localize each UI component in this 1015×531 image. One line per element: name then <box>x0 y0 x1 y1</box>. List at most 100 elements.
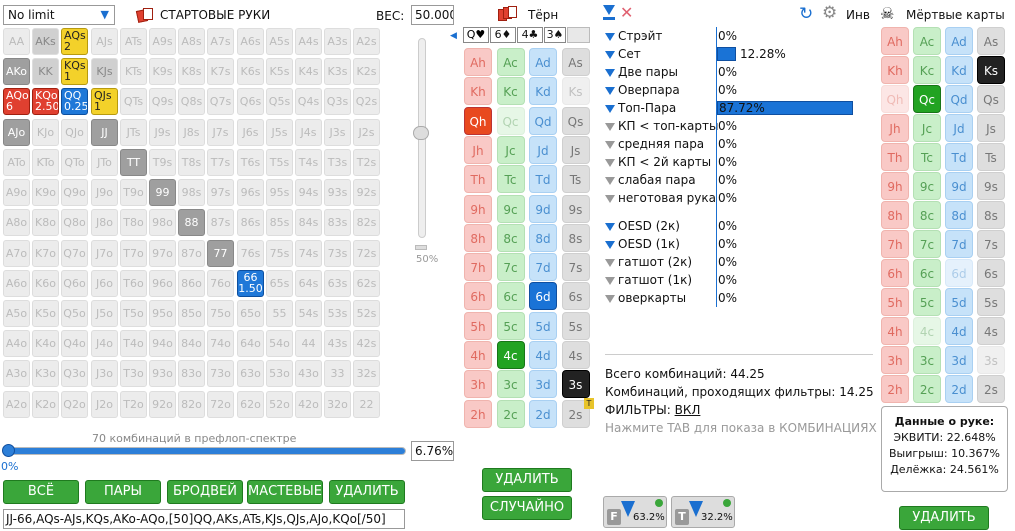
hand-cell[interactable]: KTs <box>120 58 147 85</box>
card-6h[interactable]: 6h <box>464 282 492 311</box>
hand-cell[interactable]: 75s <box>266 240 293 267</box>
card-7d[interactable]: 7d <box>529 253 557 282</box>
card-Ks[interactable]: Ks <box>977 56 1005 84</box>
card-Qd[interactable]: Qd <box>529 106 557 135</box>
hand-cell[interactable]: Q6s <box>237 88 264 115</box>
card-3h[interactable]: 3h <box>464 370 492 399</box>
card-Kc[interactable]: Kc <box>496 77 525 106</box>
hand-cell[interactable]: Q5s <box>266 88 293 115</box>
funnel-icon[interactable] <box>605 50 615 59</box>
card-4h[interactable]: 4h <box>881 317 909 345</box>
card-8s[interactable]: 8s <box>561 223 590 252</box>
hand-cell[interactable]: 43o <box>295 360 322 387</box>
card-5c[interactable]: 5c <box>913 288 941 316</box>
hand-cell[interactable]: 63o <box>237 360 264 387</box>
hand-cell[interactable]: 87o <box>178 240 205 267</box>
card-8s[interactable]: 8s <box>977 201 1005 229</box>
hand-cell[interactable]: 33 <box>324 360 351 387</box>
hand-cell[interactable]: 72o <box>207 391 234 418</box>
hand-cell[interactable]: AJs <box>91 28 118 55</box>
card-6c[interactable]: 6c <box>496 282 525 311</box>
hand-cell[interactable]: T4o <box>120 330 147 357</box>
turn-random-button[interactable]: СЛУЧАЙНО <box>482 496 572 520</box>
hand-cell[interactable]: 83o <box>178 360 205 387</box>
hand-cell[interactable]: J2s <box>353 119 380 146</box>
card-6d[interactable]: 6d <box>529 282 557 311</box>
card-5h[interactable]: 5h <box>464 311 492 340</box>
card-Td[interactable]: Td <box>529 165 557 194</box>
card-3s[interactable]: 3s <box>561 370 590 399</box>
hand-cell[interactable]: 94o <box>149 330 176 357</box>
hand-cell[interactable]: T8s <box>178 149 205 176</box>
card-6c[interactable]: 6c <box>913 259 941 287</box>
card-5c[interactable]: 5c <box>496 311 525 340</box>
hand-cell[interactable]: T2s <box>353 149 380 176</box>
card-Th[interactable]: Th <box>464 165 492 194</box>
hand-cell[interactable]: Q4o <box>61 330 88 357</box>
card-7h[interactable]: 7h <box>881 230 909 258</box>
hand-cell[interactable]: Q8s <box>178 88 205 115</box>
hand-cell[interactable]: AA <box>3 28 30 55</box>
gear-icon[interactable]: ⚙ <box>822 3 837 23</box>
weight-slider-handle[interactable] <box>413 126 429 140</box>
hand-cell[interactable]: 72s <box>353 240 380 267</box>
card-7c[interactable]: 7c <box>913 230 941 258</box>
card-4h[interactable]: 4h <box>464 341 492 369</box>
hand-cell[interactable]: J6s <box>237 119 264 146</box>
hand-cell[interactable]: KQs 1 <box>61 58 88 85</box>
hand-cell[interactable]: K4s <box>295 58 322 85</box>
hand-cell[interactable]: T2o <box>120 391 147 418</box>
filter-row[interactable]: КП < топ-карты 0% <box>605 117 875 135</box>
card-3s[interactable]: 3s <box>977 346 1005 374</box>
hand-cell[interactable]: K6s <box>237 58 264 85</box>
filter-row[interactable]: Сет 12.28% <box>605 45 875 63</box>
invert-label[interactable]: Инв <box>846 8 870 22</box>
card-8d[interactable]: 8d <box>529 223 557 252</box>
hand-cell[interactable]: KJo <box>32 119 59 146</box>
card-6s[interactable]: 6s <box>561 282 590 311</box>
hand-cell[interactable]: Q3o <box>61 360 88 387</box>
funnel-icon[interactable] <box>605 222 615 231</box>
hand-cell[interactable]: QJs 1 <box>91 88 118 115</box>
hand-cell[interactable]: 85s <box>266 209 293 236</box>
card-7d[interactable]: 7d <box>945 230 973 258</box>
hand-cell[interactable]: K8s <box>178 58 205 85</box>
hand-cell[interactable]: A9s <box>149 28 176 55</box>
hand-cell[interactable]: 73o <box>207 360 234 387</box>
caret-left-icon[interactable]: ◀ <box>450 31 457 41</box>
hand-cell[interactable]: 93s <box>324 179 351 206</box>
hand-cell[interactable]: 82o <box>178 391 205 418</box>
hand-cell[interactable]: 64o <box>237 330 264 357</box>
card-8h[interactable]: 8h <box>464 223 492 252</box>
hand-cell[interactable]: ATo <box>3 149 30 176</box>
hand-cell[interactable]: A5s <box>266 28 293 55</box>
hand-cell[interactable]: J4s <box>295 119 322 146</box>
hand-cell[interactable]: J2o <box>91 391 118 418</box>
hand-cell[interactable]: A7o <box>3 240 30 267</box>
turn-filter-toggle[interactable]: T 32.2% <box>671 496 735 528</box>
hand-cell[interactable]: KK <box>32 58 59 85</box>
board-card-3[interactable]: 4♣ <box>517 27 543 43</box>
card-Kd[interactable]: Kd <box>945 56 973 84</box>
card-4c[interactable]: 4c <box>496 341 525 369</box>
hand-cell[interactable]: 65s <box>266 270 293 297</box>
hand-cell[interactable]: K7s <box>207 58 234 85</box>
card-Kh[interactable]: Kh <box>881 56 909 84</box>
funnel-icon[interactable] <box>605 276 615 285</box>
card-Qd[interactable]: Qd <box>945 85 973 113</box>
funnel-icon[interactable] <box>605 122 615 131</box>
card-2c[interactable]: 2c <box>496 399 525 428</box>
hand-cell[interactable]: T6s <box>237 149 264 176</box>
hand-cell[interactable]: J9o <box>91 179 118 206</box>
funnel-icon[interactable] <box>605 86 615 95</box>
hand-cell[interactable]: 63s <box>324 270 351 297</box>
hand-cell[interactable]: T3s <box>324 149 351 176</box>
hand-cell[interactable]: 62s <box>353 270 380 297</box>
hand-cell[interactable]: 82s <box>353 209 380 236</box>
funnel-icon[interactable] <box>605 32 615 41</box>
hand-cell[interactable]: TT <box>120 149 147 176</box>
card-3d[interactable]: 3d <box>529 370 557 399</box>
hand-cell[interactable]: 96s <box>237 179 264 206</box>
range-pct-input[interactable]: 6.76% <box>411 441 454 461</box>
hand-cell[interactable]: A9o <box>3 179 30 206</box>
